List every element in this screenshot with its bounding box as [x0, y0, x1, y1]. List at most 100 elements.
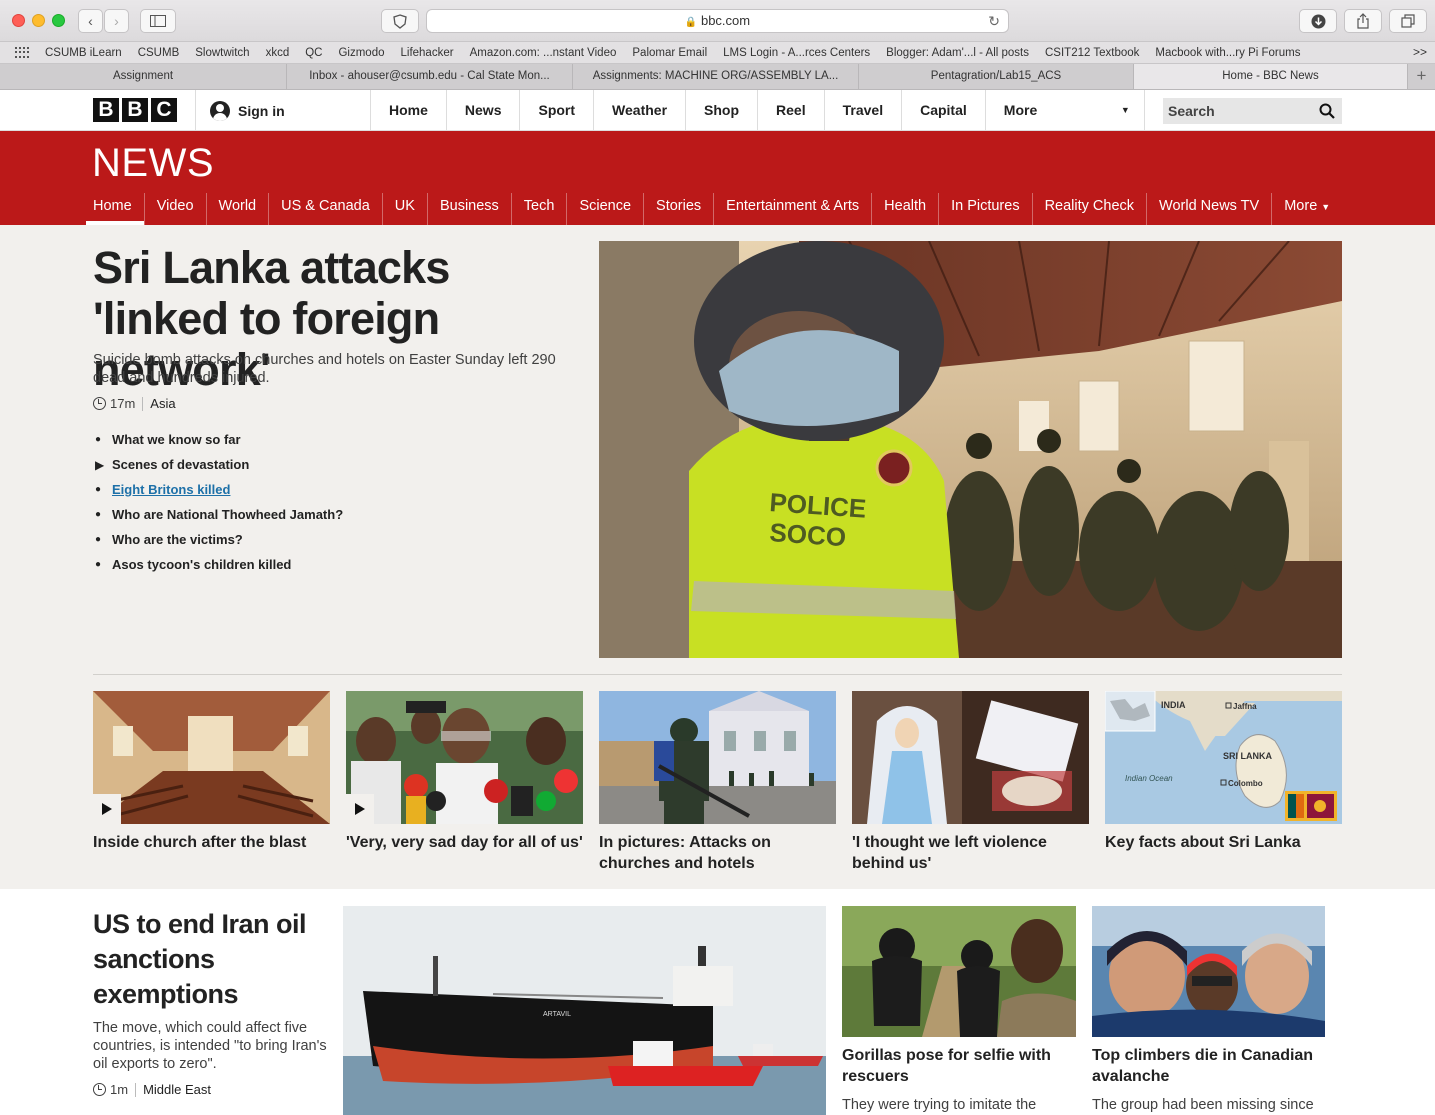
story-section-tag[interactable]: Middle East [143, 1082, 211, 1097]
sign-in-button[interactable]: Sign in [195, 90, 370, 131]
back-button[interactable]: ‹ [78, 9, 103, 33]
nav-travel[interactable]: Travel [823, 90, 901, 131]
browser-tab[interactable]: Assignment [0, 64, 287, 89]
card-title[interactable]: Gorillas pose for selfie with rescuers [842, 1045, 1076, 1087]
lock-icon: 🔒 [684, 17, 698, 28]
card-image-press[interactable] [346, 691, 583, 824]
news-section-nav: Home Video World US & Canada UK Business… [86, 193, 1342, 225]
nav-sport[interactable]: Sport [519, 90, 593, 131]
section-more[interactable]: More ▼ [1271, 193, 1342, 225]
new-tab-button[interactable]: + [1408, 64, 1435, 89]
climbers-image[interactable] [1092, 906, 1325, 1037]
card-summary: The group had been missing since [1092, 1097, 1314, 1113]
logo-letter: C [151, 98, 177, 122]
section-video[interactable]: Video [143, 193, 206, 225]
privacy-report-button[interactable] [381, 9, 419, 33]
share-button[interactable] [1344, 9, 1382, 33]
bbc-logo[interactable]: B B C [93, 98, 177, 122]
sign-in-label: Sign in [238, 102, 285, 119]
lead-image[interactable]: POLICE SOCO [599, 241, 1342, 658]
section-in-pictures[interactable]: In Pictures [938, 193, 1032, 225]
browser-tab-active[interactable]: Home - BBC News [1134, 64, 1408, 89]
video-play-icon[interactable] [346, 794, 374, 824]
related-link[interactable]: ● Who are the victims? [95, 527, 343, 552]
apps-grid-icon[interactable] [15, 46, 31, 59]
search-icon[interactable] [1319, 103, 1335, 119]
reload-icon[interactable]: ↻ [988, 10, 1000, 32]
section-world-news-tv[interactable]: World News TV [1146, 193, 1271, 225]
related-link[interactable]: ● Who are National Thowheed Jamath? [95, 502, 343, 527]
nav-weather[interactable]: Weather [593, 90, 685, 131]
address-bar[interactable]: 🔒 bbc.com ↻ [426, 9, 1009, 33]
zoom-window-button[interactable] [52, 14, 65, 27]
browser-tab[interactable]: Pentagration/Lab15_ACS [859, 64, 1134, 89]
section-world[interactable]: World [205, 193, 269, 225]
card-title[interactable]: 'I thought we left violence behind us' [852, 832, 1089, 874]
favorite-link[interactable]: CSIT212 Textbook [1045, 47, 1139, 59]
gorillas-image[interactable] [842, 906, 1076, 1037]
tab-overview-button[interactable] [1389, 9, 1427, 33]
divider [135, 1082, 137, 1097]
favorite-link[interactable]: Blogger: Adam'...l - All posts [886, 47, 1029, 59]
related-link[interactable]: ● Eight Britons killed [95, 477, 343, 502]
minimize-window-button[interactable] [32, 14, 45, 27]
story-headline[interactable]: US to end Iran oil sanctions exemptions [93, 907, 338, 1012]
favorite-link[interactable]: CSUMB [138, 47, 180, 59]
section-uk[interactable]: UK [381, 193, 427, 225]
section-home[interactable]: Home [86, 193, 144, 225]
card-title[interactable]: Inside church after the blast [93, 832, 330, 853]
card-title[interactable]: Top climbers die in Canadian avalanche [1092, 1045, 1325, 1087]
favorite-link[interactable]: CSUMB iLearn [45, 47, 122, 59]
bullet-icon: ● [95, 558, 102, 570]
section-reality-check[interactable]: Reality Check [1031, 193, 1146, 225]
related-link[interactable]: ● Asos tycoon's children killed [95, 552, 343, 577]
news-title[interactable]: NEWS [92, 141, 214, 186]
card-title[interactable]: In pictures: Attacks on churches and hot… [599, 832, 836, 874]
section-us-canada[interactable]: US & Canada [268, 193, 382, 225]
downloads-button[interactable] [1299, 9, 1337, 33]
nav-reel[interactable]: Reel [757, 90, 824, 131]
video-play-icon[interactable] [93, 794, 121, 824]
section-health[interactable]: Health [871, 193, 938, 225]
play-icon: ▶ [95, 457, 105, 472]
section-tech[interactable]: Tech [510, 193, 567, 225]
related-link[interactable]: ● What we know so far [95, 427, 343, 452]
browser-tab[interactable]: Inbox - ahouser@csumb.edu - Cal State Mo… [287, 64, 573, 89]
nav-capital[interactable]: Capital [901, 90, 985, 131]
close-window-button[interactable] [12, 14, 25, 27]
card-summary: They were trying to imitate the [842, 1097, 1037, 1113]
search-input[interactable]: Search [1163, 98, 1342, 124]
sidebar-toggle-button[interactable] [140, 9, 176, 33]
card-image-statue[interactable] [852, 691, 1089, 824]
bullet-icon: ● [95, 483, 102, 495]
card-title[interactable]: Key facts about Sri Lanka [1105, 832, 1342, 853]
card-title[interactable]: 'Very, very sad day for all of us' [346, 832, 586, 853]
card-image-church[interactable] [93, 691, 330, 824]
favorite-link[interactable]: Gizmodo [338, 47, 384, 59]
forward-button[interactable]: › [104, 9, 129, 33]
more-favorites-button[interactable]: >> [1413, 45, 1427, 59]
nav-news[interactable]: News [445, 90, 520, 131]
card-image-soldier[interactable] [599, 691, 836, 824]
browser-tab[interactable]: Assignments: MACHINE ORG/ASSEMBLY LA... [573, 64, 859, 89]
nav-home[interactable]: Home [370, 90, 446, 131]
nav-shop[interactable]: Shop [685, 90, 757, 131]
card-image-map[interactable]: INDIA Jaffna SRI LANKA Indian Ocean Colo… [1105, 691, 1342, 824]
related-link-text: Who are National Thowheed Jamath? [112, 506, 344, 522]
favorite-link[interactable]: Palomar Email [632, 47, 707, 59]
oil-tanker-image[interactable]: ARTAVIL [343, 906, 826, 1115]
favorite-link[interactable]: QC [305, 47, 322, 59]
favorite-link[interactable]: xkcd [266, 47, 290, 59]
section-stories[interactable]: Stories [643, 193, 713, 225]
favorite-link[interactable]: LMS Login - A...rces Centers [723, 47, 870, 59]
section-entertainment[interactable]: Entertainment & Arts [713, 193, 871, 225]
favorite-link[interactable]: Slowtwitch [195, 47, 249, 59]
lead-section-tag[interactable]: Asia [150, 396, 175, 411]
section-business[interactable]: Business [426, 193, 511, 225]
favorite-link[interactable]: Lifehacker [401, 47, 454, 59]
favorite-link[interactable]: Macbook with...ry Pi Forums [1155, 47, 1300, 59]
nav-more[interactable]: More ▼ [984, 90, 1145, 131]
favorite-link[interactable]: Amazon.com: ...nstant Video [470, 47, 617, 59]
related-link[interactable]: ▶ Scenes of devastation [95, 452, 343, 477]
section-science[interactable]: Science [566, 193, 643, 225]
